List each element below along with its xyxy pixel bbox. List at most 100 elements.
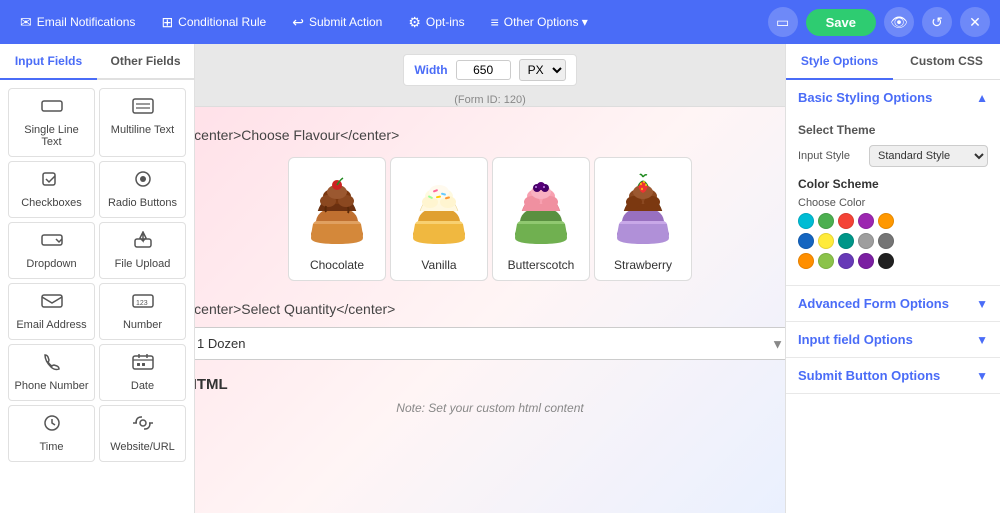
nav-right-controls: ▭ Save 👁 ↺ ✕ xyxy=(768,7,990,37)
cupcake-strawberry[interactable]: Strawberry xyxy=(594,157,692,281)
layout-toggle-button[interactable]: ▭ xyxy=(768,7,798,37)
basic-styling-collapse-icon: ▲ xyxy=(976,91,988,105)
url-icon xyxy=(132,414,154,437)
color-dot-yellow[interactable] xyxy=(818,233,834,249)
cupcake-chocolate[interactable]: Chocolate xyxy=(288,157,386,281)
multiline-icon xyxy=(132,97,154,120)
nav-submit-action[interactable]: ↩ Submit Action xyxy=(282,9,392,36)
cupcake-butterscotch[interactable]: Butterscotch xyxy=(492,157,590,281)
sidebar-fields-wrapper: Single Line Text Multiline Text Checkbox… xyxy=(0,80,194,513)
color-dot-orange[interactable] xyxy=(878,213,894,229)
field-checkboxes[interactable]: Checkboxes xyxy=(8,161,95,218)
form-id: (Form ID: 120) xyxy=(454,94,526,106)
width-input[interactable] xyxy=(456,60,511,80)
color-dot-darkblue[interactable] xyxy=(798,233,814,249)
date-icon xyxy=(132,353,154,376)
color-dots-row2 xyxy=(798,233,988,249)
tab-custom-css[interactable]: Custom CSS xyxy=(893,44,1000,80)
color-dots-row1 xyxy=(798,213,988,229)
save-button[interactable]: Save xyxy=(806,9,876,36)
optins-icon: ⚙ xyxy=(408,14,421,31)
submit-button-options-header[interactable]: Submit Button Options ▼ xyxy=(786,358,1000,393)
field-email-address[interactable]: Email Address xyxy=(8,283,95,340)
radio-icon xyxy=(132,170,154,193)
advanced-form-header[interactable]: Advanced Form Options ▼ xyxy=(786,286,1000,321)
color-dot-amber[interactable] xyxy=(798,253,814,269)
conditional-icon: ⊞ xyxy=(161,14,173,31)
color-dot-deeppurple[interactable] xyxy=(838,253,854,269)
width-unit-select[interactable]: PX % xyxy=(519,59,566,81)
cupcake-chocolate-label: Chocolate xyxy=(310,258,364,272)
color-dot-grey[interactable] xyxy=(858,233,874,249)
tab-other-fields[interactable]: Other Fields xyxy=(97,44,194,80)
close-button[interactable]: ✕ xyxy=(960,7,990,37)
color-dot-teal[interactable] xyxy=(838,233,854,249)
color-dots-row3 xyxy=(798,253,988,269)
cupcake-vanilla[interactable]: Vanilla xyxy=(390,157,488,281)
submit-button-expand-icon: ▼ xyxy=(976,369,988,383)
color-dot-darkpurple[interactable] xyxy=(858,253,874,269)
html-note: Note: Set your custom html content xyxy=(195,401,785,415)
color-dot-red[interactable] xyxy=(838,213,854,229)
time-icon xyxy=(41,414,63,437)
basic-styling-header[interactable]: Basic Styling Options ▲ xyxy=(786,80,1000,115)
basic-styling-body: Select Theme Input Style Standard Style … xyxy=(786,115,1000,285)
field-radio-buttons[interactable]: Radio Buttons xyxy=(99,161,186,218)
quantity-select-wrapper: 1 Dozen 2 Dozen 3 Dozen ▼ xyxy=(195,327,785,360)
field-single-line-text[interactable]: Single Line Text xyxy=(8,88,95,157)
cupcake-butterscotch-img xyxy=(502,166,580,254)
color-dot-purple[interactable] xyxy=(858,213,874,229)
undo-button[interactable]: ↺ xyxy=(922,7,952,37)
select-theme-label: Select Theme xyxy=(798,123,988,137)
field-multiline-text[interactable]: Multiline Text xyxy=(99,88,186,157)
input-style-select[interactable]: Standard Style Flat Style Material Style xyxy=(869,145,988,167)
form-canvas: <center>Choose Flavour</center> xyxy=(195,106,785,513)
field-file-upload[interactable]: File Upload xyxy=(99,222,186,279)
basic-styling-section: Basic Styling Options ▲ Select Theme Inp… xyxy=(786,80,1000,286)
field-time[interactable]: Time xyxy=(8,405,95,462)
field-date[interactable]: Date xyxy=(99,344,186,401)
input-field-options-header[interactable]: Input field Options ▼ xyxy=(786,322,1000,357)
field-website-url[interactable]: Website/URL xyxy=(99,405,186,462)
field-dropdown[interactable]: Dropdown xyxy=(8,222,95,279)
advanced-form-expand-icon: ▼ xyxy=(976,297,988,311)
tab-input-fields[interactable]: Input Fields xyxy=(0,44,97,80)
cupcake-chocolate-img xyxy=(298,166,376,254)
email-icon: ✉ xyxy=(20,14,32,31)
checkboxes-icon xyxy=(41,170,63,193)
preview-button[interactable]: 👁 xyxy=(884,7,914,37)
sidebar-fields-grid: Single Line Text Multiline Text Checkbox… xyxy=(0,80,194,470)
advanced-form-section: Advanced Form Options ▼ xyxy=(786,286,1000,322)
html-section-title: HTML xyxy=(195,376,785,393)
number-icon: 123 xyxy=(132,292,154,315)
color-dot-lightgreen[interactable] xyxy=(818,253,834,269)
width-label: Width xyxy=(414,63,447,77)
field-phone-number[interactable]: Phone Number xyxy=(8,344,95,401)
phone-icon xyxy=(41,353,63,376)
nav-email-notifications[interactable]: ✉ Email Notifications xyxy=(10,9,145,36)
color-dot-cyan[interactable] xyxy=(798,213,814,229)
field-number[interactable]: 123 Number xyxy=(99,283,186,340)
top-navigation: ✉ Email Notifications ⊞ Conditional Rule… xyxy=(0,0,1000,44)
submit-icon: ↩ xyxy=(292,14,304,31)
color-dot-green[interactable] xyxy=(818,213,834,229)
right-tabs: Style Options Custom CSS xyxy=(786,44,1000,80)
section1-title: <center>Choose Flavour</center> xyxy=(195,127,785,143)
cupcake-strawberry-label: Strawberry xyxy=(614,258,672,272)
color-scheme-label: Color Scheme xyxy=(798,177,988,191)
tab-style-options[interactable]: Style Options xyxy=(786,44,893,80)
file-upload-icon xyxy=(132,231,154,254)
color-dot-black[interactable] xyxy=(878,253,894,269)
cupcake-grid: Chocolate xyxy=(195,157,785,281)
quantity-select[interactable]: 1 Dozen 2 Dozen 3 Dozen xyxy=(195,327,785,360)
choose-color-label: Choose Color xyxy=(798,197,988,209)
other-options-icon: ≡ xyxy=(491,14,499,30)
input-style-row: Input Style Standard Style Flat Style Ma… xyxy=(798,145,988,167)
nav-other-options[interactable]: ≡ Other Options ▾ xyxy=(481,9,598,35)
color-dot-darkgrey[interactable] xyxy=(878,233,894,249)
canvas-toolbar: Width PX % xyxy=(403,54,576,86)
sidebar-tabs: Input Fields Other Fields xyxy=(0,44,194,80)
nav-conditional-rule[interactable]: ⊞ Conditional Rule xyxy=(151,9,276,36)
right-sidebar: Style Options Custom CSS Basic Styling O… xyxy=(785,44,1000,513)
nav-opt-ins[interactable]: ⚙ Opt-ins xyxy=(398,9,474,36)
